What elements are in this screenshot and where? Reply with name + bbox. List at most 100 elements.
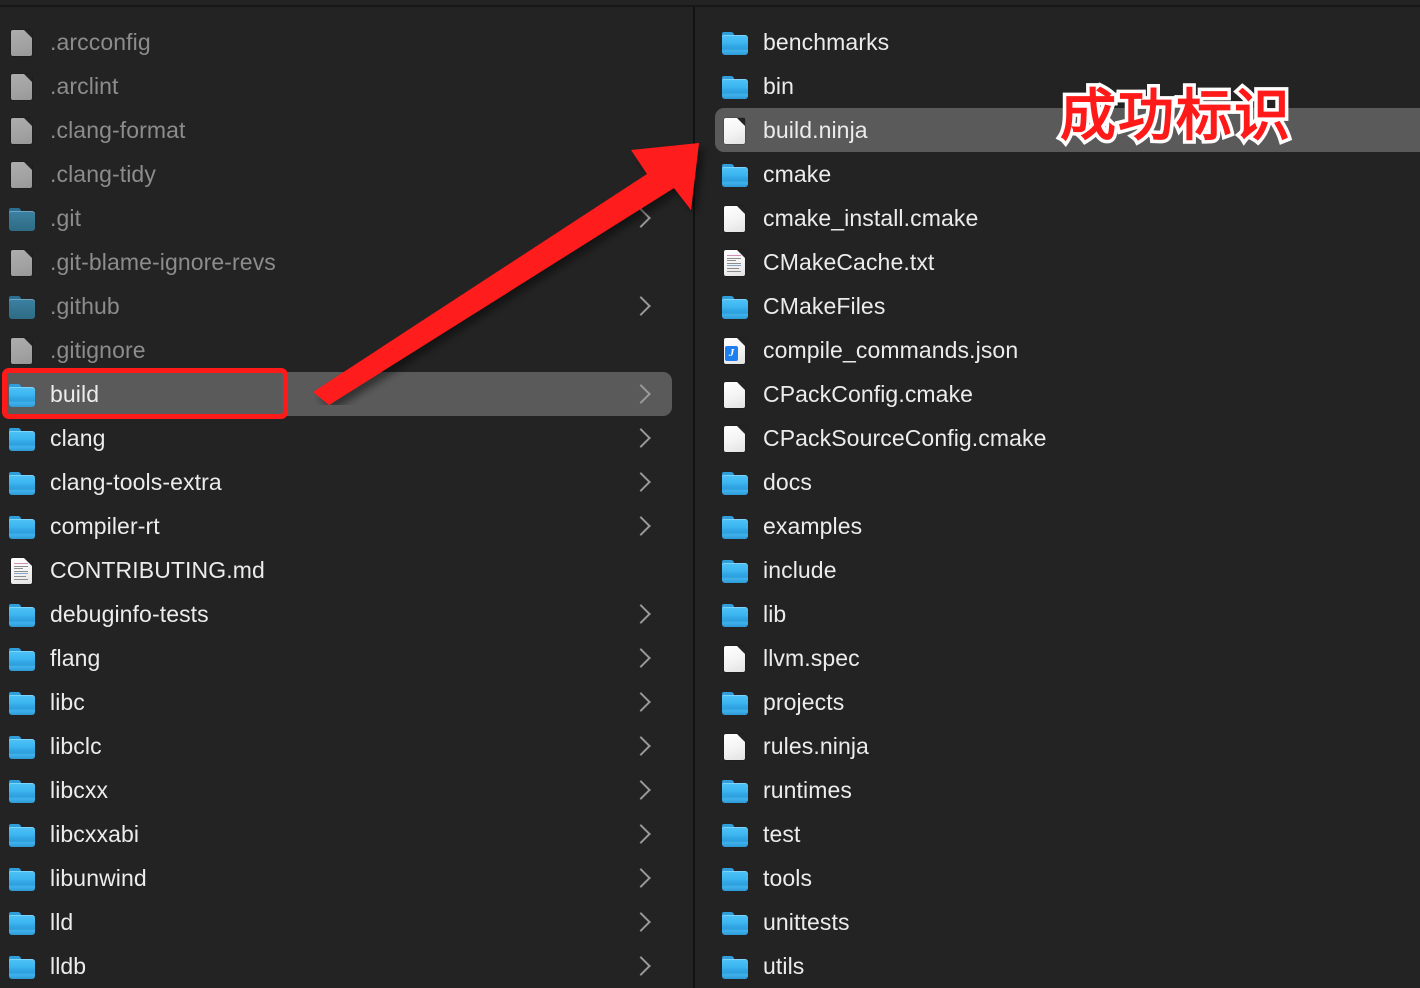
item-label: libc	[50, 688, 85, 715]
chevron-right-icon[interactable]	[631, 384, 651, 404]
folder-row[interactable]: tools	[715, 856, 1420, 900]
chevron-right-icon[interactable]	[631, 516, 651, 536]
folder-row[interactable]: clang	[2, 416, 672, 460]
folder-row[interactable]: include	[715, 548, 1420, 592]
item-label: CONTRIBUTING.md	[50, 556, 265, 583]
file-row[interactable]: CPackConfig.cmake	[715, 372, 1420, 416]
item-label: cmake_install.cmake	[763, 204, 979, 231]
chevron-right-icon[interactable]	[631, 428, 651, 448]
file-row[interactable]: CMakeCache.txt	[715, 240, 1420, 284]
file-row[interactable]: CPackSourceConfig.cmake	[715, 416, 1420, 460]
folder-row[interactable]: lld	[2, 900, 672, 944]
document-icon	[8, 335, 36, 365]
folder-icon	[721, 555, 749, 585]
folder-icon	[721, 775, 749, 805]
chevron-right-icon[interactable]	[631, 956, 651, 976]
folder-icon	[721, 27, 749, 57]
chevron-right-icon[interactable]	[631, 692, 651, 712]
item-label: .arcconfig	[50, 28, 151, 55]
folder-row[interactable]: libunwind	[2, 856, 672, 900]
folder-row[interactable]: .github	[2, 284, 672, 328]
json-document-icon: J	[721, 335, 749, 365]
item-label: cmake	[763, 160, 832, 187]
chevron-right-icon[interactable]	[631, 780, 651, 800]
folder-row[interactable]: flang	[2, 636, 672, 680]
item-label: .arclint	[50, 72, 119, 99]
chevron-right-icon[interactable]	[631, 208, 651, 228]
folder-row[interactable]: cmake	[715, 152, 1420, 196]
file-row[interactable]: .arclint	[2, 64, 672, 108]
item-label: build	[50, 380, 100, 407]
folder-icon	[8, 423, 36, 453]
item-label: lld	[50, 908, 74, 935]
item-label: unittests	[763, 908, 850, 935]
folder-row[interactable]: utils	[715, 944, 1420, 988]
item-label: CMakeCache.txt	[763, 248, 935, 275]
file-row[interactable]: cmake_install.cmake	[715, 196, 1420, 240]
folder-icon	[721, 511, 749, 541]
file-row[interactable]: rules.ninja	[715, 724, 1420, 768]
item-label: .clang-tidy	[50, 160, 156, 187]
file-row[interactable]: .clang-tidy	[2, 152, 672, 196]
chevron-right-icon[interactable]	[631, 648, 651, 668]
folder-row[interactable]: unittests	[715, 900, 1420, 944]
item-label: examples	[763, 512, 863, 539]
document-icon	[721, 731, 749, 761]
folder-row[interactable]: docs	[715, 460, 1420, 504]
folder-icon	[8, 687, 36, 717]
document-icon	[721, 643, 749, 673]
folder-row[interactable]: debuginfo-tests	[2, 592, 672, 636]
item-label: lldb	[50, 952, 87, 979]
item-label: llvm.spec	[763, 644, 860, 671]
file-row[interactable]: .gitignore	[2, 328, 672, 372]
folder-row[interactable]: bin	[715, 64, 1420, 108]
folder-row[interactable]: .git	[2, 196, 672, 240]
folder-row[interactable]: runtimes	[715, 768, 1420, 812]
item-label: runtimes	[763, 776, 852, 803]
item-label: benchmarks	[763, 28, 890, 55]
chevron-right-icon[interactable]	[631, 824, 651, 844]
file-row[interactable]: .arcconfig	[2, 20, 672, 64]
folder-icon	[8, 819, 36, 849]
item-label: .git	[50, 204, 82, 231]
folder-row[interactable]: examples	[715, 504, 1420, 548]
folder-row[interactable]: clang-tools-extra	[2, 460, 672, 504]
file-row[interactable]: CONTRIBUTING.md	[2, 548, 672, 592]
folder-icon	[721, 687, 749, 717]
folder-icon	[8, 643, 36, 673]
chevron-right-icon[interactable]	[631, 736, 651, 756]
folder-row[interactable]: libcxx	[2, 768, 672, 812]
chevron-right-icon[interactable]	[631, 296, 651, 316]
folder-icon	[721, 599, 749, 629]
file-row[interactable]: .clang-format	[2, 108, 672, 152]
folder-row[interactable]: libc	[2, 680, 672, 724]
folder-row[interactable]: test	[715, 812, 1420, 856]
item-label: CMakeFiles	[763, 292, 886, 319]
folder-row[interactable]: libclc	[2, 724, 672, 768]
folder-row[interactable]: projects	[715, 680, 1420, 724]
chevron-right-icon[interactable]	[631, 868, 651, 888]
file-row[interactable]: Jcompile_commands.json	[715, 328, 1420, 372]
chevron-right-icon[interactable]	[631, 472, 651, 492]
folder-row[interactable]: CMakeFiles	[715, 284, 1420, 328]
folder-row[interactable]: libcxxabi	[2, 812, 672, 856]
file-row[interactable]: .git-blame-ignore-revs	[2, 240, 672, 284]
folder-row[interactable]: build	[2, 372, 672, 416]
column-left-llvm-project[interactable]: .arcconfig .arclint .clang-format .clang-ti…	[0, 7, 693, 988]
folder-row[interactable]: compiler-rt	[2, 504, 672, 548]
folder-row[interactable]: lib	[715, 592, 1420, 636]
column-right-build[interactable]: benchmarks bin build.ninja cmake cmake_insta…	[695, 7, 1420, 988]
folder-row[interactable]: lldb	[2, 944, 672, 988]
item-label: utils	[763, 952, 805, 979]
folder-row[interactable]: benchmarks	[715, 20, 1420, 64]
document-icon	[8, 247, 36, 277]
file-row[interactable]: llvm.spec	[715, 636, 1420, 680]
chevron-right-icon[interactable]	[631, 912, 651, 932]
folder-icon	[721, 467, 749, 497]
item-label: .gitignore	[50, 336, 146, 363]
chevron-right-icon[interactable]	[631, 604, 651, 624]
item-label: libcxxabi	[50, 820, 140, 847]
file-row[interactable]: build.ninja	[715, 108, 1420, 152]
item-label: tools	[763, 864, 813, 891]
json-badge: J	[725, 346, 738, 361]
